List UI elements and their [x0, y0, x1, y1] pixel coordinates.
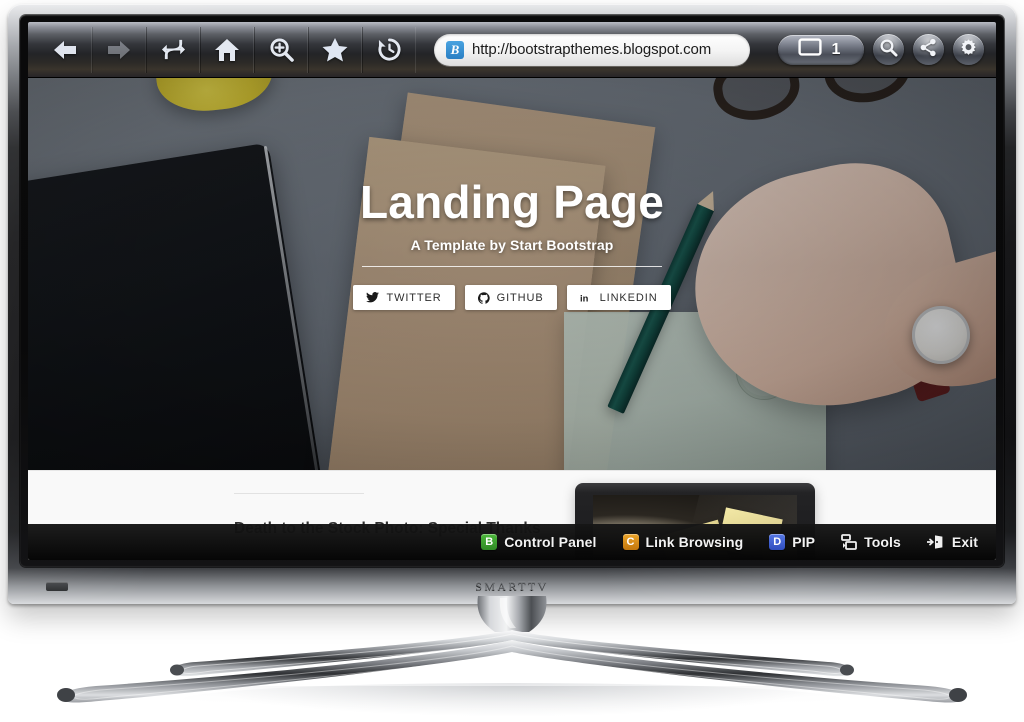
tv-brand-label: SMARTTV [475, 578, 549, 593]
tv-stand [0, 596, 1024, 717]
twitter-button[interactable]: TWITTER [353, 285, 455, 311]
refresh-button[interactable] [146, 26, 200, 73]
blogger-favicon-icon: B [446, 40, 464, 59]
smart-tv-device: B http://bootstrapthemes.blogspot.com 1 [8, 4, 1016, 604]
github-label: GITHUB [496, 291, 544, 304]
hero-content: Landing Page A Template by Start Bootstr… [28, 176, 996, 311]
search-button[interactable] [873, 34, 904, 65]
color-key-b: B [481, 534, 498, 550]
twitter-label: TWITTER [386, 291, 442, 304]
search-icon [879, 38, 898, 62]
hero-title: Landing Page [360, 176, 664, 228]
stand-floor-reflection [212, 686, 812, 716]
toolbar-right-group: 1 [778, 34, 986, 65]
web-page-viewport: Landing Page A Template by Start Bootstr… [28, 78, 996, 560]
home-button[interactable] [200, 26, 254, 73]
linkedin-button[interactable]: in LINKEDIN [566, 285, 671, 311]
smarttv-menu-bar: B Control Panel C Link Browsing D PIP To… [28, 524, 996, 560]
url-bar[interactable]: B http://bootstrapthemes.blogspot.com [434, 33, 750, 66]
share-icon [919, 38, 938, 62]
magnifier-plus-icon [269, 37, 294, 62]
menu-item-tools[interactable]: Tools [841, 534, 901, 550]
back-button[interactable] [38, 26, 92, 73]
menu-item-link-browsing[interactable]: C Link Browsing [622, 534, 744, 550]
arrow-right-icon [106, 39, 132, 61]
hero-divider [362, 266, 662, 268]
linkedin-label: LINKEDIN [599, 291, 658, 304]
color-key-d: D [769, 534, 786, 550]
github-button[interactable]: GITHUB [464, 285, 557, 311]
history-clock-icon [377, 37, 402, 62]
zoom-button[interactable] [254, 26, 308, 73]
tools-icon [841, 534, 858, 550]
ir-sensor-indicator [46, 582, 68, 591]
browser-toolbar: B http://bootstrapthemes.blogspot.com 1 [28, 22, 996, 78]
window-icon [797, 38, 822, 61]
hero-social-buttons: TWITTER GITHUB in LINKEDIN [28, 285, 996, 311]
refresh-icon [161, 37, 186, 62]
menu-label-control-panel: Control Panel [504, 534, 597, 550]
share-button[interactable] [913, 34, 944, 65]
linkedin-icon: in [580, 292, 593, 304]
history-button[interactable] [362, 26, 416, 73]
hero-section: Landing Page A Template by Start Bootstr… [28, 78, 996, 470]
svg-text:in: in [580, 292, 589, 303]
tv-screen: B http://bootstrapthemes.blogspot.com 1 [28, 22, 996, 560]
star-icon [322, 37, 348, 62]
exit-icon [926, 534, 945, 550]
menu-item-pip[interactable]: D PIP [769, 534, 815, 550]
tab-counter-button[interactable]: 1 [778, 34, 864, 65]
github-icon [477, 291, 490, 304]
settings-button[interactable] [953, 34, 984, 65]
content-divider [234, 493, 364, 494]
twitter-icon [366, 292, 380, 303]
gear-icon [959, 38, 978, 62]
bookmark-button[interactable] [308, 26, 362, 73]
toolbar-nav-group [38, 26, 416, 73]
menu-label-pip: PIP [792, 534, 816, 550]
home-icon [214, 38, 240, 62]
menu-item-control-panel[interactable]: B Control Panel [481, 534, 596, 550]
menu-item-exit[interactable]: Exit [926, 534, 978, 550]
menu-label-exit: Exit [951, 534, 978, 550]
menu-label-tools: Tools [864, 534, 901, 550]
color-key-c: C [622, 534, 639, 550]
url-text: http://bootstrapthemes.blogspot.com [472, 41, 712, 58]
forward-button[interactable] [92, 26, 146, 73]
menu-label-link-browsing: Link Browsing [645, 534, 744, 550]
tab-count-label: 1 [831, 40, 841, 58]
arrow-left-icon [52, 39, 78, 61]
hero-subtitle: A Template by Start Bootstrap [410, 237, 614, 254]
